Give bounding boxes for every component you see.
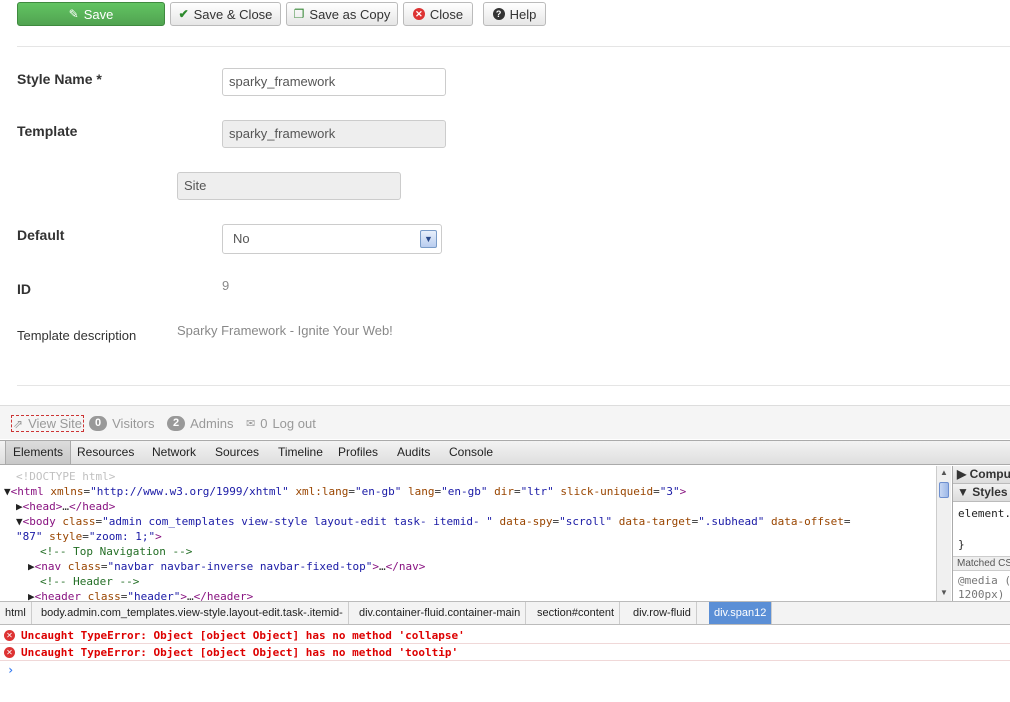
chevron-down-icon[interactable]: ▼ [420, 230, 437, 248]
template-label: Template [17, 123, 78, 139]
admins-status: 2 Admins [167, 416, 233, 431]
save-as-copy-button[interactable]: ❐ Save as Copy [286, 2, 398, 26]
dom-line-comment-header[interactable]: <!-- Header --> [40, 574, 139, 589]
logout-link[interactable]: ✉ 0 Log out [246, 416, 316, 431]
toolbar: ✎ Save ✔ Save & Close ❐ Save as Copy ✕ C… [0, 0, 1010, 30]
tab-audits[interactable]: Audits [390, 441, 437, 464]
save-button[interactable]: ✎ Save [17, 2, 165, 26]
styles-header[interactable]: ▼ Styles [953, 484, 1010, 502]
dom-line-html[interactable]: ▼<html xmlns="http://www.w3.org/1999/xht… [4, 484, 686, 499]
save-close-button[interactable]: ✔ Save & Close [170, 2, 281, 26]
devtools-tabbar: Elements Resources Network Sources Timel… [0, 440, 1010, 465]
share-icon: ⇗ [13, 416, 24, 431]
default-select-value: No [233, 231, 250, 246]
dom-line-body[interactable]: ▼<body class="admin com_templates view-s… [16, 514, 851, 529]
id-value: 9 [222, 278, 230, 293]
crumb-html[interactable]: html [0, 602, 32, 624]
tab-elements[interactable]: Elements [5, 441, 72, 464]
edit-icon: ✎ [68, 7, 79, 21]
help-icon: ? [492, 8, 505, 20]
scroll-up-icon[interactable]: ▲ [939, 468, 949, 478]
style-name-label: Style Name * [17, 71, 102, 87]
scroll-down-icon[interactable]: ▼ [939, 588, 949, 598]
close-icon: ✕ [412, 8, 425, 20]
dom-line-body-cont[interactable]: "87" style="zoom: 1;"> [16, 529, 162, 544]
divider [17, 46, 1010, 47]
crumb-body[interactable]: body.admin.com_templates.view-style.layo… [36, 602, 349, 624]
error-icon: ✕ [4, 630, 15, 641]
triangle-right-icon: ▶ [957, 467, 967, 481]
scrollbar-thumb[interactable] [939, 482, 949, 498]
tab-profiles[interactable]: Profiles [331, 441, 385, 464]
element-style-rule[interactable]: element.style { [958, 507, 1010, 520]
media-query-line2: 1200px) [958, 588, 1005, 601]
crumb-span12[interactable]: div.span12 [709, 602, 773, 624]
media-query-line1: @media (min-width: [958, 574, 1010, 587]
tab-sources[interactable]: Sources [208, 441, 266, 464]
error-icon: ✕ [4, 647, 15, 658]
crumb-row-fluid[interactable]: div.row-fluid [628, 602, 697, 624]
admins-badge: 2 [167, 416, 186, 431]
dom-line-doctype[interactable]: <!DOCTYPE html> [16, 469, 115, 484]
dom-scrollbar[interactable]: ▲ ▼ [936, 466, 951, 601]
style-name-input[interactable]: sparky_framework [222, 68, 446, 96]
divider [17, 385, 1010, 386]
tab-resources[interactable]: Resources [70, 441, 141, 464]
visitors-badge: 0 [89, 416, 108, 431]
template-description-label: Template description [17, 328, 137, 343]
dom-line-nav[interactable]: ▶<nav class="navbar navbar-inverse navba… [28, 559, 425, 574]
crumb-section[interactable]: section#content [532, 602, 621, 624]
matched-css-header: Matched CSS Rules [953, 556, 1010, 571]
console-panel: ✕ Uncaught TypeError: Object [object Obj… [0, 625, 1010, 702]
crumb-container[interactable]: div.container-fluid.container-main [354, 602, 527, 624]
computed-style-header[interactable]: ▶ Computed Style [953, 466, 1010, 484]
triangle-down-icon: ▼ [957, 485, 969, 499]
console-prompt[interactable]: › [7, 663, 14, 677]
default-label: Default [17, 227, 65, 243]
styles-sidebar: ▶ Computed Style ▼ Styles element.style … [952, 466, 1010, 601]
dom-line-comment-nav[interactable]: <!-- Top Navigation --> [40, 544, 192, 559]
copy-icon: ❐ [293, 7, 305, 21]
console-error[interactable]: ✕ Uncaught TypeError: Object [object Obj… [0, 644, 1010, 661]
default-select[interactable]: No ▼ [222, 224, 442, 254]
status-bar: ⇗ View Site 0 Visitors 2 Admins ✉ 0 Log … [0, 405, 1010, 439]
template-description-value: Sparky Framework - Ignite Your Web! [177, 323, 393, 338]
check-icon: ✔ [178, 7, 189, 21]
dom-line-header[interactable]: ▶<header class="header">…</header> [28, 589, 253, 601]
dom-line-head[interactable]: ▶<head>…</head> [16, 499, 115, 514]
element-breadcrumb: html body.admin.com_templates.view-style… [0, 601, 1010, 625]
visitors-status: 0 Visitors [89, 416, 155, 431]
envelope-icon: ✉ [246, 418, 256, 430]
dom-tree: <!DOCTYPE html> ▼<html xmlns="http://www… [0, 466, 936, 601]
close-button[interactable]: ✕ Close [403, 2, 473, 26]
tab-network[interactable]: Network [145, 441, 203, 464]
tab-console[interactable]: Console [442, 441, 500, 464]
id-label: ID [17, 281, 31, 297]
help-button[interactable]: ? Help [483, 2, 546, 26]
client-input: Site [177, 172, 401, 200]
template-input: sparky_framework [222, 120, 446, 148]
tab-timeline[interactable]: Timeline [271, 441, 330, 464]
console-error[interactable]: ✕ Uncaught TypeError: Object [object Obj… [0, 627, 1010, 644]
element-style-close: } [958, 538, 965, 551]
view-site-link[interactable]: ⇗ View Site [11, 415, 85, 432]
